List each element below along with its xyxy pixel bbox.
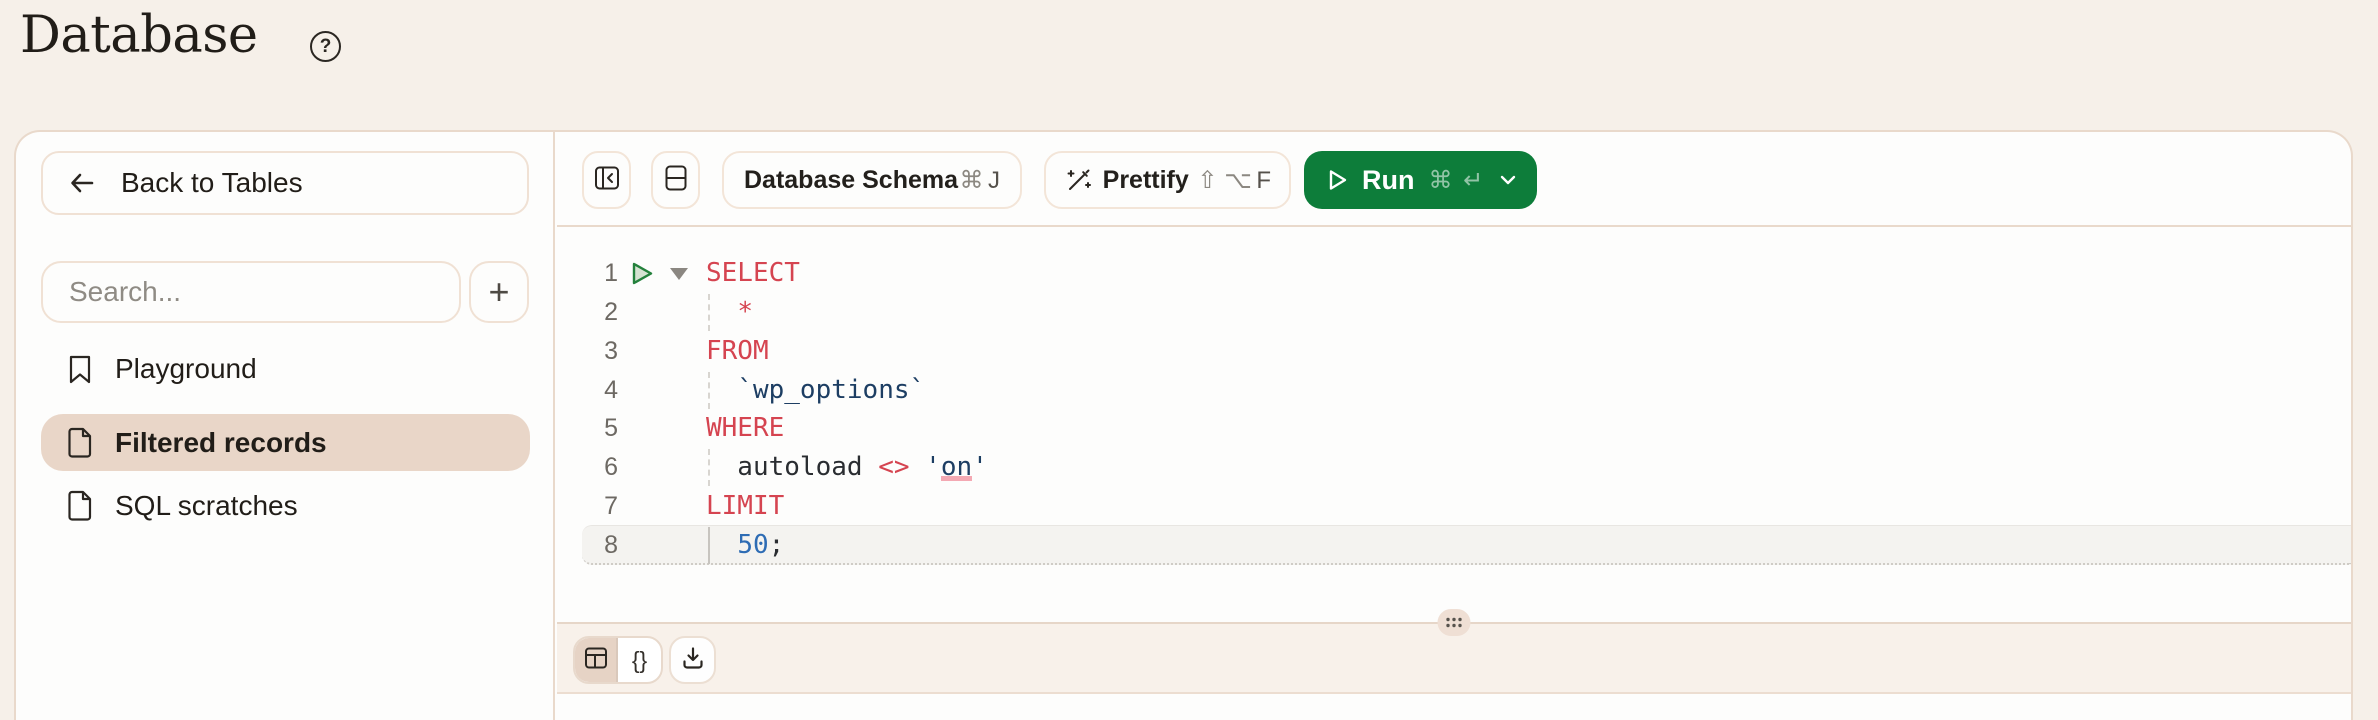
schema-shortcut: ⌘ J <box>960 166 1000 195</box>
sql-token: FROM <box>706 336 769 366</box>
download-results-button[interactable] <box>669 636 716 684</box>
prettify-shortcut: ⇧ ⌥ F <box>1197 166 1271 195</box>
code-line: 6 autoload <> 'on' <box>557 448 2351 487</box>
sidebar-item-label: SQL scratches <box>115 490 298 522</box>
sql-token: `wp_options` <box>737 375 925 405</box>
sql-token: WHERE <box>706 413 784 443</box>
page-title: Database <box>20 10 258 61</box>
sql-token <box>910 452 926 482</box>
line-number: 3 <box>557 332 618 371</box>
sidebar-item-playground[interactable]: Playground <box>41 340 530 397</box>
sql-token <box>706 375 737 405</box>
split-view-button[interactable] <box>651 151 700 209</box>
code-line: 7 LIMIT <box>557 487 2351 526</box>
database-schema-label: Database Schema <box>744 166 958 195</box>
back-to-tables-label: Back to Tables <box>121 167 303 199</box>
sidebar-item-label: Playground <box>115 353 257 385</box>
sql-code-editor[interactable]: 1 SELECT 2 * 3 FROM <box>557 229 2351 622</box>
line-number: 7 <box>557 487 618 526</box>
sidebar-item-filtered-records[interactable]: Filtered records <box>41 414 530 471</box>
result-view-switcher: {} <box>573 636 663 684</box>
prettify-label: Prettify <box>1103 166 1189 195</box>
back-to-tables-button[interactable]: Back to Tables <box>41 151 529 215</box>
help-icon[interactable]: ? <box>310 31 341 62</box>
editor-toolbar: Database Schema ⌘ J <box>557 132 2351 227</box>
resize-drag-handle-icon[interactable] <box>1438 609 1471 636</box>
sql-token: ' <box>925 452 941 482</box>
run-query-button[interactable]: Run ⌘ ↵ <box>1304 151 1537 209</box>
run-options-dropdown[interactable] <box>1497 169 1519 191</box>
prettify-button[interactable]: Prettify ⇧ ⌥ F <box>1044 151 1291 209</box>
code-line: 8 50; <box>557 526 2351 565</box>
database-page: Database ? Back to Tables + <box>0 0 2378 720</box>
line-number: 6 <box>557 448 618 487</box>
sql-token: SELECT <box>706 258 800 288</box>
sql-token: ' <box>972 452 988 482</box>
add-query-button[interactable]: + <box>469 261 529 323</box>
bookmark-icon <box>67 354 93 384</box>
query-editor-panel: Database Schema ⌘ J <box>557 132 2351 720</box>
sql-token <box>706 297 737 327</box>
collapse-sidebar-button[interactable] <box>582 151 631 209</box>
file-icon <box>67 490 93 521</box>
sql-token <box>706 530 737 560</box>
table-view-tab[interactable] <box>575 638 618 682</box>
json-view-tab[interactable]: {} <box>618 638 661 682</box>
sidebar: Back to Tables + Playground <box>16 132 555 720</box>
code-line: 4 `wp_options` <box>557 371 2351 410</box>
sql-token: 50 <box>737 530 768 560</box>
sql-token: autoload <box>706 452 878 482</box>
table-icon <box>582 644 610 677</box>
line-number: 1 <box>557 254 618 293</box>
run-shortcut: ⌘ ↵ <box>1428 166 1485 195</box>
download-icon <box>680 645 706 676</box>
database-schema-button[interactable]: Database Schema ⌘ J <box>722 151 1022 209</box>
code-line: 5 WHERE <box>557 409 2351 448</box>
run-label: Run <box>1362 165 1414 196</box>
help-question-mark: ? <box>320 36 332 58</box>
shift-option-key-glyphs: ⇧ ⌥ <box>1197 167 1251 194</box>
split-horizontal-icon <box>661 163 691 198</box>
f-key-glyph: F <box>1256 167 1271 194</box>
code-line: 2 * <box>557 293 2351 332</box>
sql-token: LIMIT <box>706 491 784 521</box>
magic-wand-icon <box>1064 165 1094 195</box>
line-number: 4 <box>557 371 618 410</box>
cmd-key-glyph: ⌘ <box>960 167 984 194</box>
line-number: 2 <box>557 293 618 332</box>
play-icon <box>1324 167 1350 193</box>
file-icon <box>67 427 93 458</box>
sql-token-misspelled: on <box>941 452 972 482</box>
line-number: 8 <box>557 526 618 565</box>
arrow-left-icon <box>67 168 97 198</box>
content-card: Back to Tables + Playground <box>14 130 2353 720</box>
search-input[interactable] <box>41 261 461 323</box>
j-key-glyph: J <box>988 167 1000 194</box>
results-toolbar: {} <box>557 622 2351 694</box>
line-number: 5 <box>557 409 618 448</box>
plus-icon: + <box>488 271 509 313</box>
panel-left-collapse-icon <box>592 163 622 198</box>
sql-token: <> <box>878 452 909 482</box>
sidebar-item-label: Filtered records <box>115 427 327 459</box>
sql-token: * <box>737 297 753 327</box>
sql-token: ; <box>769 530 785 560</box>
code-line: 1 SELECT <box>557 254 2351 293</box>
sidebar-item-sql-scratches[interactable]: SQL scratches <box>41 477 530 534</box>
code-line: 3 FROM <box>557 332 2351 371</box>
braces-icon: {} <box>632 647 647 674</box>
fold-triangle-icon[interactable] <box>670 268 688 280</box>
